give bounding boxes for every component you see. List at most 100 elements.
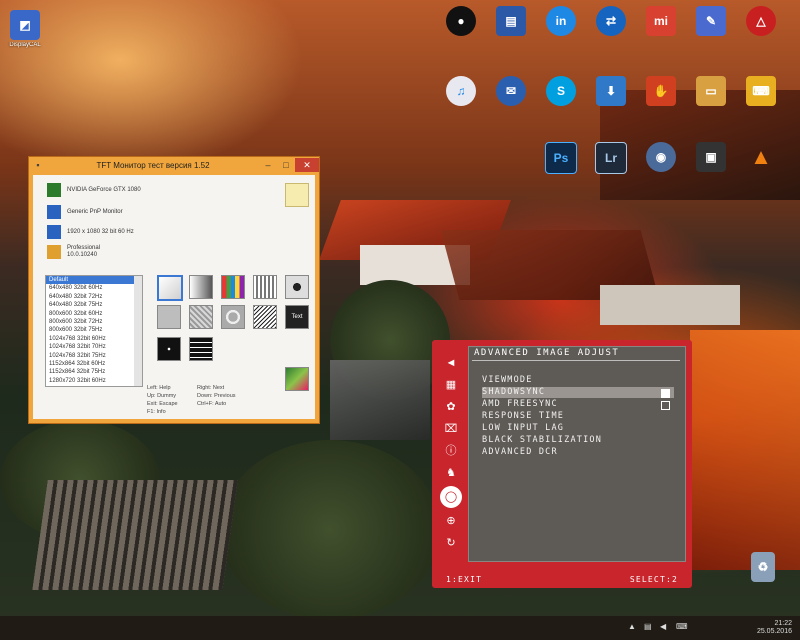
recycle-bin-icon: ♻ <box>751 552 775 582</box>
desktop-icon[interactable]: ◉ <box>636 142 686 172</box>
list-item[interactable]: 1152x864 32bit 75Hz <box>46 368 142 376</box>
mi-app-icon: mi <box>646 6 676 36</box>
monitor-osd-menu: ◄ ▦ ✿ ⌧ ⓘ ♞ ◯ ⊕ ↻ ADVANCED IMAGE ADJUST … <box>432 340 692 588</box>
window-titlebar[interactable]: ▪ TFT Монитор тест версия 1.52 – □ ✕ <box>29 157 319 173</box>
desktop-icon[interactable]: ⬇ <box>586 76 636 106</box>
text-test-icon[interactable]: Text <box>285 305 309 329</box>
gpu-info-text: NVIDIA GeForce GTX 1080 <box>67 187 141 193</box>
osd-item-viewmode[interactable]: VIEWMODE <box>482 375 674 386</box>
display-mode-list[interactable]: Default 640x480 32bit 60Hz 640x480 32bit… <box>45 275 143 387</box>
desktop-icon-photoshop[interactable]: Ps <box>536 142 586 174</box>
media-app-icon: ▣ <box>696 142 726 172</box>
list-item[interactable]: 1024x768 32bit 70Hz <box>46 343 142 351</box>
list-item[interactable]: 1024x768 32bit 60Hz <box>46 335 142 343</box>
osd-item-label: RESPONSE TIME <box>482 411 565 421</box>
checkbox-checked[interactable] <box>661 389 670 398</box>
keyboard-legend: Left: Help Right: Next Up: Dummy Down: Pre… <box>147 384 236 416</box>
desktop-icon-displaycal[interactable]: ◩ DisplayCAL <box>0 10 50 49</box>
osd-item-freesync[interactable]: AMD FREESYNC <box>482 399 674 410</box>
close-button[interactable]: ✕ <box>295 158 319 172</box>
osd-item-shadowsync[interactable]: SHADOWSYNC <box>482 387 674 398</box>
noise-test-icon[interactable] <box>189 305 213 329</box>
list-item[interactable]: 800x600 32bit 60Hz <box>46 310 142 318</box>
desktop-icon-thunderbird[interactable]: ✉ <box>486 76 536 106</box>
black-circle-app-icon: ● <box>446 6 476 36</box>
circle-target-test-icon[interactable] <box>221 305 245 329</box>
legend-text: Left: Help <box>147 385 171 391</box>
grey-gradient-test-icon[interactable] <box>189 275 213 299</box>
list-scrollbar[interactable] <box>134 276 142 386</box>
list-item[interactable]: 640x480 32bit 75Hz <box>46 301 142 309</box>
monitor-icon <box>47 205 61 219</box>
lines-test-icon[interactable] <box>189 337 213 361</box>
list-item[interactable]: 640x480 32bit 60Hz <box>46 284 142 292</box>
image-setup-icon[interactable]: ▦ <box>442 376 460 394</box>
checkbox[interactable] <box>661 401 670 410</box>
desktop-icon[interactable]: ● <box>436 6 486 36</box>
desktop-icon[interactable]: in <box>536 6 586 36</box>
folder-icon: ▭ <box>696 76 726 106</box>
advanced-image-icon[interactable]: ◯ <box>440 486 462 508</box>
list-item[interactable]: 640x480 32bit 72Hz <box>46 293 142 301</box>
black-pixel-test-icon[interactable] <box>157 337 181 361</box>
list-item[interactable]: 1024x768 32bit 75Hz <box>46 352 142 360</box>
osd-item-label: BLACK STABILIZATION <box>482 435 603 445</box>
list-item[interactable]: 1152x864 32bit 60Hz <box>46 360 142 368</box>
desktop-icon-vlc[interactable]: ▲ <box>736 142 786 172</box>
list-item[interactable]: 800x600 32bit 75Hz <box>46 326 142 334</box>
setup-menu-icon[interactable]: ⊕ <box>442 512 460 530</box>
desktop-icon-lightroom[interactable]: Lr <box>586 142 636 174</box>
desktop-icon[interactable]: ✋ <box>636 76 686 106</box>
information-icon[interactable]: ⓘ <box>442 442 460 460</box>
color-bars-test-icon[interactable] <box>221 275 245 299</box>
legend-text: Up: Dummy <box>147 393 177 399</box>
game-mode-icon[interactable]: ♞ <box>442 464 460 482</box>
list-item[interactable]: 1280x720 32bit 60Hz <box>46 377 142 385</box>
desktop-icon[interactable]: △ <box>736 6 786 36</box>
osd-item-advanced-dcr[interactable]: ADVANCED DCR <box>482 447 674 458</box>
desktop-icon[interactable]: ✎ <box>686 6 736 36</box>
desktop-icon[interactable]: ⇄ <box>586 6 636 36</box>
radial-test-icon[interactable] <box>285 275 309 299</box>
taskbar: ▲ ▤ ◀ ⌨ 21:22 25.05.2016 <box>0 616 800 640</box>
osd-item-black-stabilization[interactable]: BLACK STABILIZATION <box>482 435 674 446</box>
desktop-icon[interactable]: ▭ <box>686 76 736 106</box>
desktop-icon[interactable]: mi <box>636 6 686 36</box>
stripe-test-icon[interactable] <box>253 275 277 299</box>
volume-icon[interactable]: ◀ <box>660 622 670 632</box>
moire-test-icon[interactable] <box>253 305 277 329</box>
input-icon[interactable]: ⌧ <box>442 420 460 438</box>
desktop-icon[interactable]: ▤ <box>486 6 536 36</box>
notification-icon[interactable]: ▲ <box>628 622 638 632</box>
monitor-info-text: Generic PnP Monitor <box>67 209 123 215</box>
color-picture-test-icon[interactable] <box>285 367 309 391</box>
grey-field-test-icon[interactable] <box>157 305 181 329</box>
osd-item-low-input-lag[interactable]: LOW INPUT LAG <box>482 423 674 434</box>
reset-icon[interactable]: ↻ <box>442 534 460 552</box>
desktop-icon-skype[interactable]: S <box>536 76 586 106</box>
desktop-icon-recycle-bin[interactable]: ♻ <box>738 552 788 582</box>
os-info-text: Professional 10.0.10240 <box>67 245 101 258</box>
monitor-test-window[interactable]: ▪ TFT Монитор тест версия 1.52 – □ ✕ NVI… <box>28 156 320 424</box>
os-info: Professional 10.0.10240 <box>47 245 127 259</box>
desktop-icon[interactable]: ▣ <box>686 142 736 172</box>
osd-item-response-time[interactable]: RESPONSE TIME <box>482 411 674 422</box>
desktop-icon[interactable]: ⌨ <box>736 76 786 106</box>
screen-preview <box>285 183 309 207</box>
gradient-test-icon[interactable] <box>157 275 183 301</box>
color-adjust-icon[interactable]: ✿ <box>442 398 460 416</box>
monitor-info: Generic PnP Monitor <box>47 205 123 219</box>
language-icon[interactable]: ⌨ <box>676 622 688 632</box>
maximize-button[interactable]: □ <box>277 158 295 172</box>
list-item[interactable]: Default <box>46 276 142 285</box>
back-arrow-icon[interactable]: ◄ <box>442 354 460 372</box>
resolution-info-text: 1920 x 1080 32 bit 60 Hz <box>67 229 134 235</box>
clock[interactable]: 21:22 25.05.2016 <box>757 620 792 636</box>
desktop-icon-itunes[interactable]: ♫ <box>436 76 486 106</box>
minimize-button[interactable]: – <box>259 158 277 172</box>
osd-divider <box>472 360 680 361</box>
network-icon[interactable]: ▤ <box>644 622 654 632</box>
triangle-app-icon: △ <box>746 6 776 36</box>
list-item[interactable]: 800x600 32bit 72Hz <box>46 318 142 326</box>
vlc-icon: ▲ <box>750 144 772 169</box>
